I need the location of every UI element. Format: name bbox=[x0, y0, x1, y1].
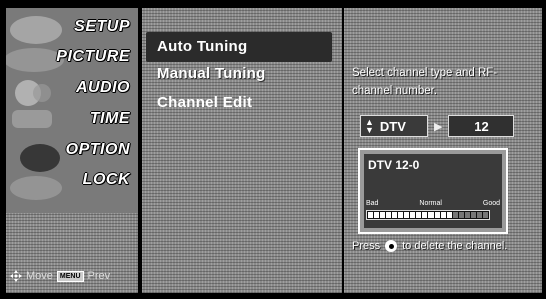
channel-input-row: ▲ ▼ DTV ▶ 12 bbox=[360, 115, 515, 137]
signal-segment bbox=[428, 212, 434, 218]
signal-segment bbox=[392, 212, 398, 218]
channel-number-field[interactable]: 12 bbox=[448, 115, 515, 137]
up-down-arrows-icon: ▲ ▼ bbox=[365, 117, 374, 135]
delete-hint: Press to delete the channel. bbox=[352, 240, 507, 252]
signal-segment bbox=[458, 212, 464, 218]
signal-label-good: Good bbox=[482, 200, 500, 207]
signal-segment bbox=[464, 212, 470, 218]
signal-segment bbox=[482, 212, 488, 218]
option-channel-edit[interactable]: Channel Edit bbox=[157, 94, 252, 111]
menu-item-lock[interactable]: LOCK bbox=[83, 171, 130, 189]
option-manual-tuning[interactable]: Manual Tuning bbox=[157, 65, 266, 82]
nav-hint: Move MENU Prev bbox=[10, 270, 110, 282]
prev-label: Prev bbox=[87, 270, 111, 282]
signal-strength-bar bbox=[366, 210, 490, 220]
menu-item-time[interactable]: TIME bbox=[90, 110, 130, 128]
ok-button-icon bbox=[385, 240, 398, 252]
signal-box: DTV 12-0 Bad Normal Good bbox=[358, 148, 508, 234]
signal-segment bbox=[380, 212, 386, 218]
options-panel: Auto Tuning Manual Tuning Channel Edit bbox=[140, 8, 342, 293]
tv-menu-screen: SETUP PICTURE AUDIO TIME OPTION LOCK Mov… bbox=[0, 0, 546, 299]
signal-segment bbox=[410, 212, 416, 218]
signal-label-bad: Bad bbox=[366, 200, 379, 207]
signal-segment bbox=[452, 212, 458, 218]
signal-segment bbox=[476, 212, 482, 218]
signal-segment bbox=[440, 212, 446, 218]
sidebar: SETUP PICTURE AUDIO TIME OPTION LOCK Mov… bbox=[6, 8, 138, 293]
detail-panel: Select channel type and RF-channel numbe… bbox=[342, 8, 542, 293]
channel-type-select[interactable]: ▲ ▼ DTV bbox=[360, 115, 428, 137]
signal-segment bbox=[422, 212, 428, 218]
menu-item-audio[interactable]: AUDIO bbox=[76, 79, 130, 97]
signal-segment bbox=[404, 212, 410, 218]
signal-segment bbox=[374, 212, 380, 218]
signal-segment bbox=[446, 212, 452, 218]
help-text: Select channel type and RF-channel numbe… bbox=[352, 67, 498, 97]
signal-segment bbox=[416, 212, 422, 218]
signal-labels: Bad Normal Good bbox=[366, 200, 500, 207]
move-arrows-icon bbox=[10, 270, 22, 282]
channel-type-value: DTV bbox=[379, 118, 406, 134]
signal-segment bbox=[470, 212, 476, 218]
signal-segment bbox=[386, 212, 392, 218]
menu-panel: SETUP PICTURE AUDIO TIME OPTION LOCK bbox=[6, 8, 138, 213]
signal-title: DTV 12-0 bbox=[368, 158, 420, 172]
option-auto-tuning[interactable]: Auto Tuning bbox=[157, 38, 248, 55]
menu-item-setup[interactable]: SETUP bbox=[74, 18, 130, 36]
signal-segment bbox=[398, 212, 404, 218]
move-label: Move bbox=[26, 270, 53, 282]
menu-item-option[interactable]: OPTION bbox=[66, 141, 130, 159]
delete-hint-suffix: to delete the channel. bbox=[402, 240, 508, 252]
signal-segment bbox=[434, 212, 440, 218]
menu-item-picture[interactable]: PICTURE bbox=[56, 48, 130, 66]
signal-segment bbox=[368, 212, 374, 218]
channel-number-value: 12 bbox=[474, 118, 489, 134]
menu-key-icon: MENU bbox=[56, 270, 84, 282]
signal-label-normal: Normal bbox=[419, 200, 442, 207]
play-arrow-icon: ▶ bbox=[434, 120, 443, 133]
delete-hint-prefix: Press bbox=[352, 240, 381, 252]
